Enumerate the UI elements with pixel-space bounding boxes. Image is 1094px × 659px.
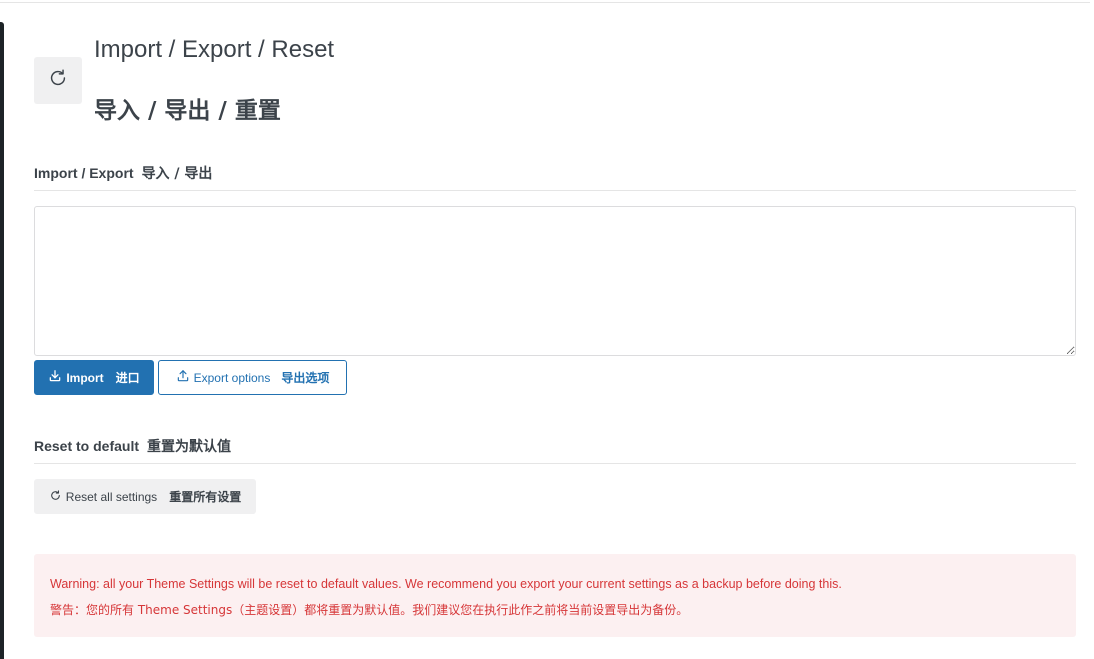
warning-text-zh: 警告：您的所有 Theme Settings（主题设置）都将重置为默认值。我们建…: [50, 603, 689, 617]
section-divider: [34, 463, 1076, 464]
reset-all-settings-button[interactable]: Reset all settings 重置所有设置: [34, 479, 256, 514]
section-divider: [34, 190, 1076, 191]
export-options-button[interactable]: Export options 导出选项: [158, 360, 347, 395]
import-export-heading: Import / Export 导入 / 导出: [34, 163, 212, 183]
reset-heading-zh: 重置为默认值: [147, 439, 232, 455]
admin-sidebar-edge: [0, 22, 4, 659]
export-button-label-zh: 导出选项: [281, 371, 330, 385]
reset-button-label: Reset all settings: [65, 489, 158, 504]
header-icon-box: [34, 57, 82, 104]
import-button-label-zh: 进口: [115, 371, 140, 385]
reset-button-label-zh: 重置所有设置: [169, 490, 242, 504]
import-export-textarea[interactable]: [34, 206, 1076, 356]
page-title-chinese: 导入 / 导出 / 重置: [94, 98, 281, 124]
settings-panel: Import / Export / Reset 导入 / 导出 / 重置 Imp…: [34, 0, 1076, 659]
import-export-heading-en: Import / Export: [34, 165, 134, 181]
warning-notice: Warning: all your Theme Settings will be…: [34, 554, 1076, 637]
import-button-label: Import: [66, 370, 104, 385]
export-button-label: Export options: [193, 370, 271, 385]
page-title: Import / Export / Reset: [94, 36, 335, 63]
import-export-heading-zh: 导入 / 导出: [141, 166, 213, 182]
warning-text-en: Warning: all your Theme Settings will be…: [50, 577, 842, 591]
import-button[interactable]: Import 进口: [34, 360, 154, 395]
upload-icon: [176, 369, 194, 386]
refresh-icon: [49, 489, 66, 505]
reset-heading-en: Reset to default: [34, 438, 140, 454]
refresh-icon: [47, 67, 69, 94]
download-icon: [48, 369, 66, 386]
reset-heading: Reset to default 重置为默认值: [34, 436, 231, 456]
